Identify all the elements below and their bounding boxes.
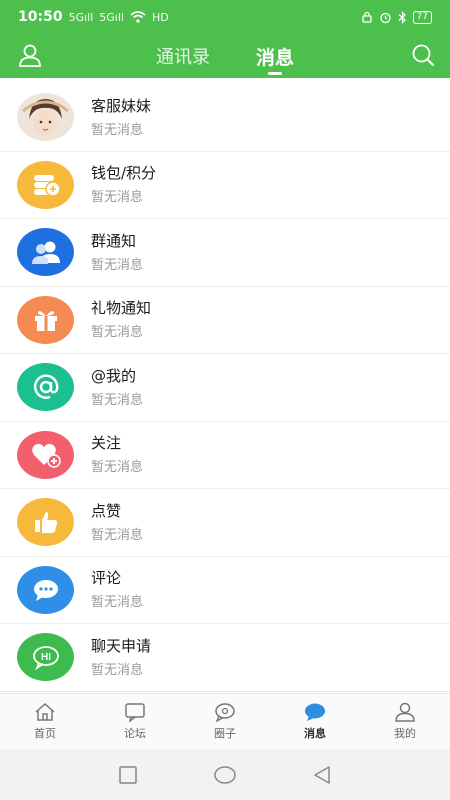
profile-icon (395, 702, 415, 722)
item-text: @我的 暂无消息 (91, 366, 143, 409)
message-icon (305, 703, 325, 721)
nav-label: 圈子 (214, 727, 236, 740)
list-item-chat-request[interactable]: HI 聊天申请 暂无消息 (0, 624, 450, 692)
chat-hi-icon: HI (17, 633, 74, 682)
item-title: 点赞 (91, 501, 122, 520)
svg-text:HI: HI (41, 652, 51, 663)
list-item-follow[interactable]: 关注 暂无消息 (0, 422, 450, 489)
item-text: 客服妹妹 暂无消息 (91, 96, 151, 139)
item-text: 礼物通知 暂无消息 (91, 298, 151, 341)
signal-icon: 5Gıll (99, 10, 124, 24)
user-icon (19, 44, 41, 67)
item-subtitle: 暂无消息 (91, 527, 144, 543)
list-item-likes[interactable]: 点赞 暂无消息 (0, 489, 450, 557)
circle-icon (215, 703, 235, 722)
nav-forum[interactable]: 论坛 (90, 694, 180, 749)
item-title: 群通知 (91, 231, 137, 250)
list-item-wallet[interactable]: 钱包/积分 暂无消息 (0, 152, 450, 219)
status-left: 10:50 5Gıll 5Gıll HD (18, 9, 169, 25)
item-title: 聊天申请 (91, 636, 152, 655)
item-title: @我的 (91, 366, 137, 385)
nav-label: 首页 (34, 727, 56, 740)
message-list: 客服妹妹 暂无消息 钱包/积分 暂无消息 群通知 暂无消息 礼物通知 暂无消息 (0, 84, 450, 693)
wifi-icon (130, 11, 146, 23)
item-title: 关注 (91, 434, 122, 453)
item-title: 评论 (91, 569, 122, 588)
nav-profile[interactable]: 我的 (360, 694, 450, 749)
customer-service-avatar (17, 93, 74, 142)
list-item-group-notice[interactable]: 群通知 暂无消息 (0, 219, 450, 287)
thumbs-up-icon (17, 498, 74, 547)
tab-contacts[interactable]: 通讯录 (156, 34, 210, 78)
item-text: 点赞 暂无消息 (91, 501, 143, 544)
item-subtitle: 暂无消息 (91, 595, 144, 611)
at-icon (17, 363, 74, 412)
item-title: 礼物通知 (91, 299, 152, 318)
bluetooth-icon (398, 10, 406, 24)
search-button[interactable] (408, 40, 438, 70)
signal-icon: 5Gıll (68, 10, 94, 24)
app-header: 通讯录 消息 (0, 34, 450, 78)
item-title: 客服妹妹 (91, 96, 152, 115)
item-subtitle: 暂无消息 (91, 122, 144, 138)
home-icon (35, 702, 55, 721)
item-subtitle: 暂无消息 (91, 662, 144, 678)
list-item-customer-service[interactable]: 客服妹妹 暂无消息 (0, 84, 450, 152)
hd-icon: HD (151, 10, 169, 24)
alarm-icon (379, 12, 391, 23)
nav-label: 消息 (304, 727, 326, 740)
status-time: 10:50 (18, 9, 63, 25)
system-navigation-bar (0, 749, 450, 800)
bottom-nav: 首页 论坛 圈子 消息 我的 (0, 693, 450, 749)
search-icon (412, 44, 434, 66)
item-text: 钱包/积分 暂无消息 (91, 163, 156, 206)
gift-icon (17, 295, 74, 344)
battery-icon: 77 (412, 10, 432, 24)
forum-icon (125, 703, 145, 722)
nav-label: 我的 (394, 727, 416, 740)
item-text: 聊天申请 暂无消息 (91, 636, 151, 679)
list-item-mentions[interactable]: @我的 暂无消息 (0, 354, 450, 422)
nav-circle[interactable]: 圈子 (180, 694, 270, 749)
item-title: 钱包/积分 (91, 164, 157, 183)
square-icon (119, 765, 138, 784)
lock-icon (361, 11, 372, 23)
home-button[interactable] (210, 760, 240, 790)
comment-icon (17, 565, 74, 614)
status-bar: 10:50 5Gıll 5Gıll HD 77 (0, 0, 450, 34)
list-item-gift-notice[interactable]: 礼物通知 暂无消息 (0, 287, 450, 354)
item-text: 关注 暂无消息 (91, 433, 143, 476)
user-profile-button[interactable] (15, 40, 45, 70)
nav-messages[interactable]: 消息 (270, 694, 360, 749)
status-right: 77 (361, 10, 432, 24)
header-tabs: 通讯录 消息 (156, 34, 294, 78)
list-item-comments[interactable]: 评论 暂无消息 (0, 557, 450, 624)
item-subtitle: 暂无消息 (91, 190, 144, 206)
coins-icon (17, 160, 74, 209)
item-text: 评论 暂无消息 (91, 568, 143, 611)
tab-messages[interactable]: 消息 (256, 34, 294, 78)
nav-label: 论坛 (124, 727, 146, 740)
item-subtitle: 暂无消息 (91, 257, 144, 273)
item-subtitle: 暂无消息 (91, 460, 144, 476)
heart-plus-icon (17, 430, 74, 479)
item-subtitle: 暂无消息 (91, 325, 144, 341)
recent-apps-button[interactable] (113, 760, 143, 790)
group-icon (17, 228, 74, 277)
circle-home-icon (214, 765, 236, 784)
back-button[interactable] (307, 760, 337, 790)
item-subtitle: 暂无消息 (91, 392, 144, 408)
nav-home[interactable]: 首页 (0, 694, 90, 749)
item-text: 群通知 暂无消息 (91, 231, 143, 274)
back-triangle-icon (313, 765, 330, 784)
